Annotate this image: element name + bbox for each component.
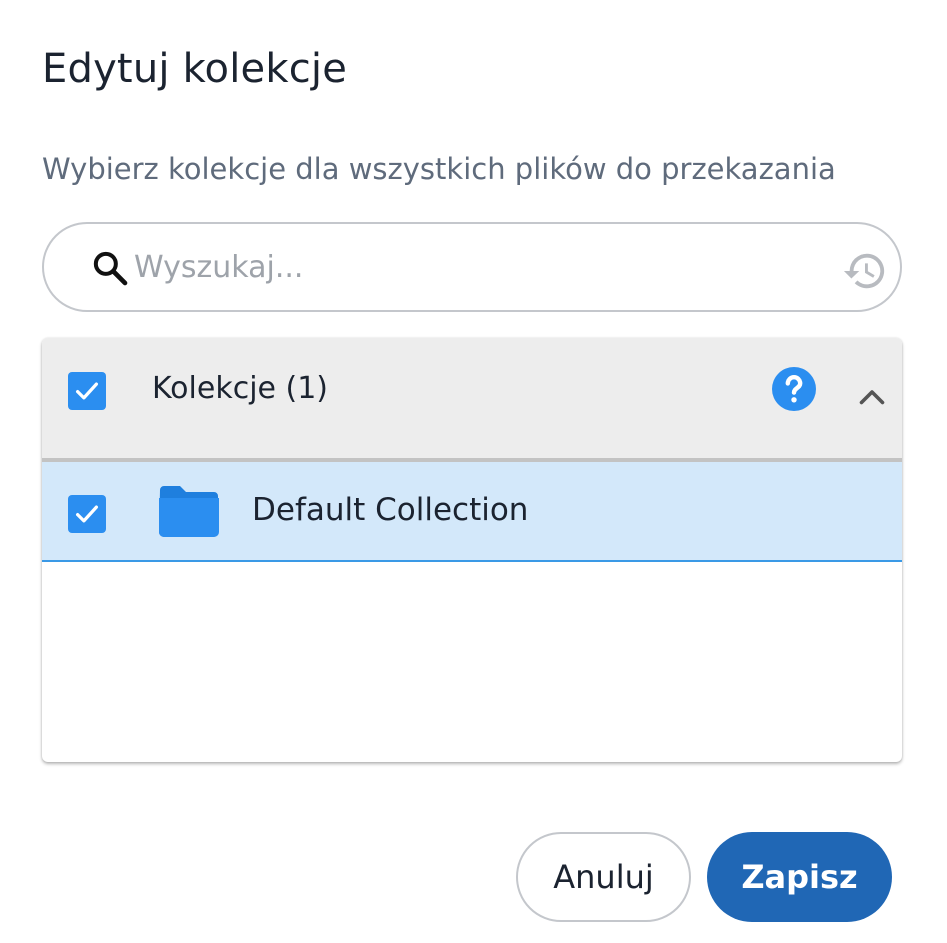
search-icon (93, 251, 128, 286)
save-button[interactable]: Zapisz (707, 832, 892, 922)
search-bar[interactable] (42, 222, 902, 312)
checkmark-icon (76, 505, 98, 523)
checkmark-icon (76, 382, 98, 400)
edit-collections-dialog: Edytuj kolekcje Wybierz kolekcje dla wsz… (0, 0, 947, 943)
search-input[interactable] (134, 242, 814, 292)
collection-checkbox[interactable] (68, 495, 106, 533)
collections-panel: Kolekcje (1) Default Collection (42, 338, 902, 762)
folder-icon (159, 486, 219, 537)
cancel-button[interactable]: Anuluj (516, 832, 691, 922)
dialog-title: Edytuj kolekcje (42, 46, 348, 92)
collection-item-default[interactable]: Default Collection (42, 462, 902, 562)
chevron-up-icon[interactable] (854, 380, 890, 416)
collections-header[interactable]: Kolekcje (1) (42, 338, 902, 462)
collections-header-label: Kolekcje (1) (152, 371, 329, 406)
help-icon[interactable] (770, 365, 818, 413)
select-all-checkbox[interactable] (68, 372, 106, 410)
collection-item-label: Default Collection (252, 492, 529, 528)
history-icon[interactable] (842, 248, 888, 294)
dialog-subtitle: Wybierz kolekcje dla wszystkich plików d… (42, 152, 836, 186)
